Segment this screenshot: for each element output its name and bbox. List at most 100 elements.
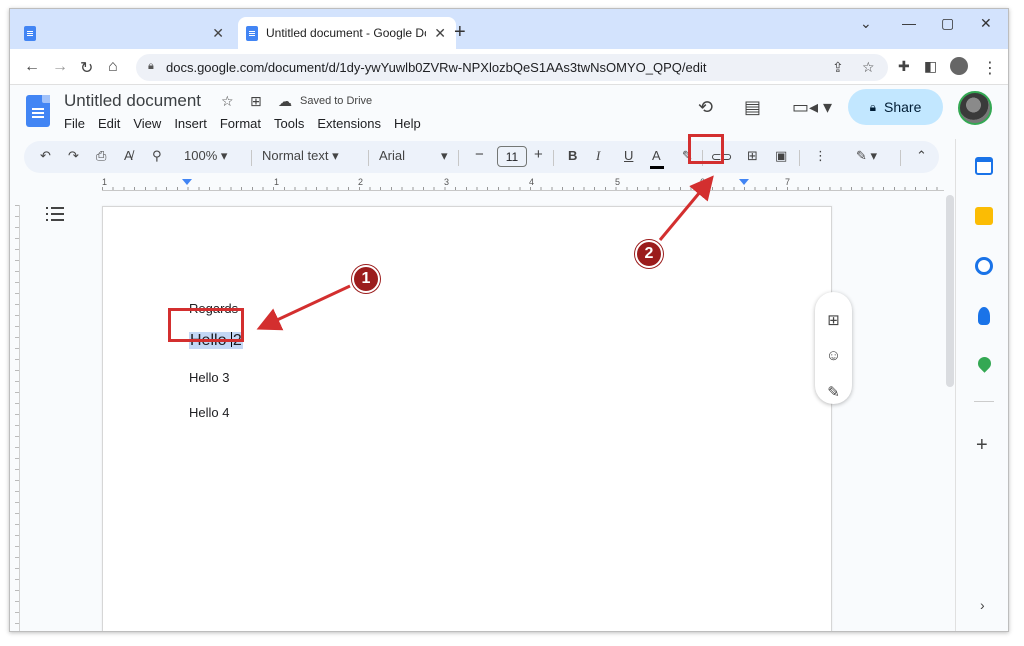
side-panel-icon[interactable]: ◧ xyxy=(924,58,937,75)
new-tab-button[interactable]: + xyxy=(454,21,466,44)
document-line[interactable]: Hello 3 xyxy=(189,370,229,385)
navigation-bar: ← → ↻ ⌂ 🔒︎ docs.google.com/document/d/1d… xyxy=(10,49,1008,85)
editing-mode-icon[interactable]: ✎ ▾ xyxy=(856,148,877,164)
save-status: Saved to Drive xyxy=(300,95,373,107)
separator xyxy=(799,150,800,166)
document-line[interactable]: Hello 4 xyxy=(189,405,229,420)
star-icon[interactable]: ☆ xyxy=(221,93,234,110)
get-addons-plus-icon[interactable]: + xyxy=(976,434,988,457)
lock-icon[interactable]: 🔒︎ xyxy=(148,60,154,73)
separator xyxy=(368,150,369,166)
undo-icon[interactable]: ↶ xyxy=(40,148,51,164)
document-outline-icon[interactable] xyxy=(46,207,64,221)
move-folder-icon[interactable]: ⊞ xyxy=(250,93,262,110)
ruler-track xyxy=(102,183,944,191)
maps-icon[interactable] xyxy=(975,354,994,373)
comments-icon[interactable]: ▤ xyxy=(744,97,761,118)
version-history-icon[interactable]: ⟲ xyxy=(698,97,713,118)
paragraph-style-select[interactable]: Normal text ▾ xyxy=(262,148,339,164)
suggest-edits-icon[interactable]: ✎ xyxy=(824,383,843,401)
separator xyxy=(251,150,252,166)
menu-extensions[interactable]: Extensions xyxy=(317,116,381,131)
close-tab-icon[interactable]: ✕ xyxy=(434,25,446,42)
annotation-badge-1: 1 xyxy=(352,265,380,293)
font-size-input[interactable]: 11 xyxy=(497,146,527,167)
tab-search-icon[interactable]: ⌄ xyxy=(860,15,872,32)
insert-image-icon[interactable]: ▣ xyxy=(775,148,787,164)
close-window-icon[interactable]: ✕ xyxy=(980,15,992,32)
share-page-icon[interactable]: ⇪ xyxy=(832,59,844,76)
account-avatar[interactable] xyxy=(958,91,992,125)
left-indent-marker[interactable] xyxy=(182,179,192,185)
chevron-down-icon: ▾ xyxy=(441,148,448,163)
minimize-icon[interactable]: — xyxy=(902,15,916,31)
lock-icon: 🔒︎ xyxy=(869,99,877,114)
google-docs-logo-icon[interactable] xyxy=(26,95,50,127)
menu-format[interactable]: Format xyxy=(220,116,261,131)
close-tab-icon[interactable]: ✕ xyxy=(212,25,224,42)
reload-icon[interactable]: ↻ xyxy=(80,58,93,78)
add-emoji-reaction-icon[interactable]: ☺ xyxy=(824,347,843,364)
share-button[interactable]: 🔒︎ Share xyxy=(848,89,943,125)
vertical-scrollbar[interactable] xyxy=(946,195,954,387)
hide-side-panel-chevron-icon[interactable]: › xyxy=(980,597,985,613)
spellcheck-icon[interactable]: A̸ xyxy=(124,148,133,163)
hide-menus-chevron-up-icon[interactable]: ⌃ xyxy=(916,148,927,164)
tasks-icon[interactable] xyxy=(975,257,993,275)
keep-icon[interactable] xyxy=(975,207,993,225)
menu-tools[interactable]: Tools xyxy=(274,116,304,131)
back-arrow-icon[interactable]: ← xyxy=(24,58,40,76)
add-comment-icon[interactable]: ⊞ xyxy=(747,148,758,164)
document-title[interactable]: Untitled document xyxy=(64,91,201,111)
menu-view[interactable]: View xyxy=(133,116,161,131)
add-comment-icon[interactable]: ⊞ xyxy=(824,311,843,329)
text-color-button[interactable]: A xyxy=(652,148,661,163)
ruler-number: 6 xyxy=(700,177,706,187)
underline-button[interactable]: U xyxy=(624,148,633,163)
docs-favicon-icon xyxy=(246,25,258,41)
font-value: Arial xyxy=(379,148,406,163)
print-icon[interactable]: ⎙ xyxy=(96,148,106,164)
zoom-select[interactable]: 100% ▾ xyxy=(184,148,227,164)
calendar-icon[interactable] xyxy=(975,157,993,175)
separator xyxy=(458,150,459,166)
ruler-number: 3 xyxy=(444,177,450,187)
font-select[interactable]: Arial ▾ xyxy=(379,148,448,164)
annotation-badge-2: 2 xyxy=(635,240,663,268)
bold-button[interactable]: B xyxy=(568,148,577,163)
maximize-icon[interactable]: ▢ xyxy=(941,15,954,32)
menu-file[interactable]: File xyxy=(64,116,85,131)
ruler-number: 2 xyxy=(358,177,364,187)
browser-tab-inactive[interactable]: ✕ xyxy=(16,17,234,49)
annotation-highlight-selected-text xyxy=(168,308,244,342)
home-icon[interactable]: ⌂ xyxy=(108,58,118,76)
italic-button[interactable]: I xyxy=(596,148,600,164)
horizontal-ruler: 1 1 2 3 4 5 6 7 xyxy=(10,177,945,193)
profile-avatar[interactable] xyxy=(950,57,968,75)
browser-menu-icon[interactable]: ⋮ xyxy=(982,58,998,78)
menu-help[interactable]: Help xyxy=(394,116,421,131)
text-color-swatch xyxy=(650,166,664,169)
style-value: Normal text xyxy=(262,148,329,163)
more-options-icon[interactable]: ⋮ xyxy=(814,148,827,164)
decrease-font-size-button[interactable]: − xyxy=(475,146,484,163)
address-bar[interactable]: 🔒︎ docs.google.com/document/d/1dy-ywYuwl… xyxy=(136,54,888,81)
contacts-icon[interactable] xyxy=(978,307,990,325)
docs-favicon-icon xyxy=(24,25,36,41)
menu-insert[interactable]: Insert xyxy=(174,116,207,131)
increase-font-size-button[interactable]: + xyxy=(534,146,543,163)
ruler-number: 1 xyxy=(274,177,280,187)
extensions-puzzle-icon[interactable]: ✚ xyxy=(898,58,910,75)
document-page[interactable]: Regards Hello 2 Hello 3 Hello 4 xyxy=(102,206,832,631)
side-panel: + › xyxy=(955,139,1008,631)
side-divider xyxy=(974,401,994,402)
redo-icon[interactable]: ↷ xyxy=(68,148,79,164)
menu-edit[interactable]: Edit xyxy=(98,116,120,131)
browser-tab-active[interactable]: Untitled document - Google Doc ✕ xyxy=(238,17,456,49)
paint-format-icon[interactable]: ⚲ xyxy=(152,148,162,164)
forward-arrow-icon[interactable]: → xyxy=(52,58,68,76)
bookmark-star-icon[interactable]: ☆ xyxy=(862,59,875,76)
right-indent-marker[interactable] xyxy=(739,179,749,185)
meet-video-icon[interactable]: ▭◂ ▾ xyxy=(792,97,832,118)
tab-strip: ✕ Untitled document - Google Doc ✕ + ⌄ —… xyxy=(10,9,1008,49)
